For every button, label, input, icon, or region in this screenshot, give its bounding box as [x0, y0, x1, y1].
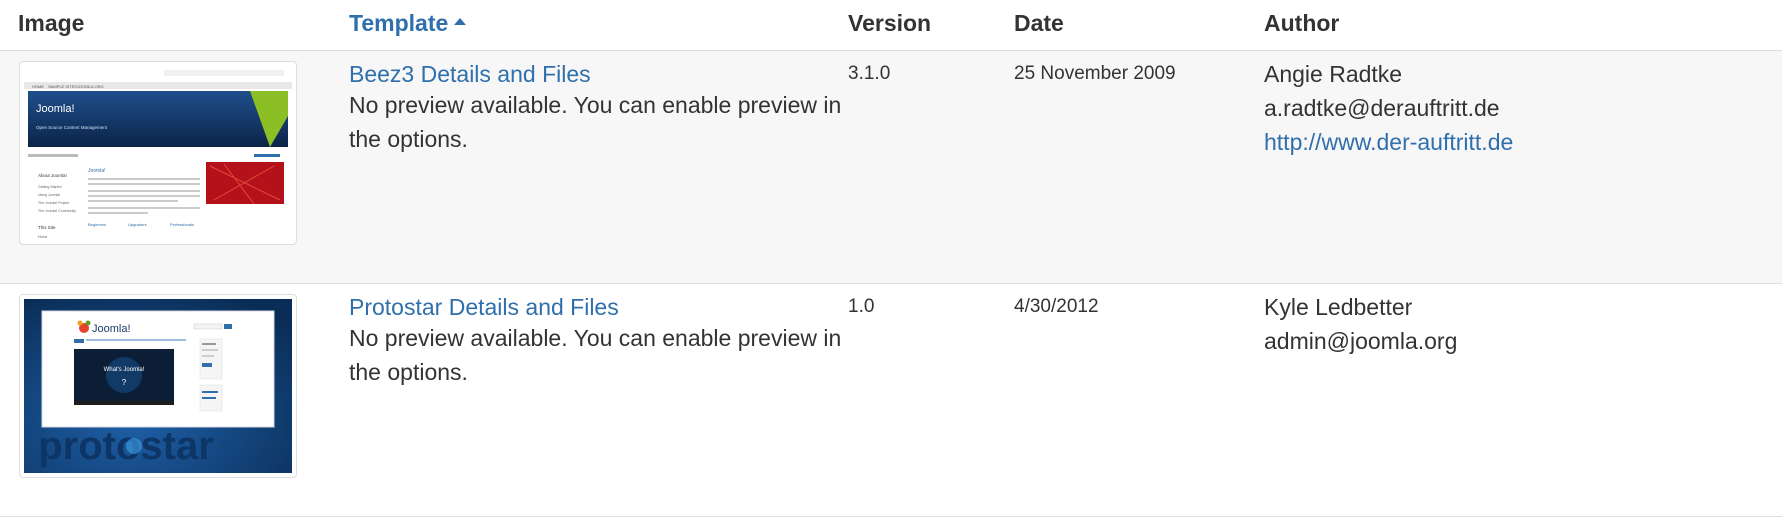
beez3-nav-3: JOOMLA.ORG	[77, 84, 104, 89]
beez3-sidebar-item: Using Joomla!	[38, 193, 60, 197]
beez3-column: Beginners	[88, 222, 106, 227]
table-row: Joomla! What's Joomla! ? Protostar Detai…	[0, 283, 1782, 517]
beez3-thumbnail[interactable]: HOME SAMPLE SITES JOOMLA.ORG Joomla! Ope…	[19, 61, 297, 245]
version-value: 1.0	[848, 296, 875, 317]
sort-template-link[interactable]: Template	[349, 10, 467, 36]
table-header-row: Image Template Version Date Author	[0, 0, 1782, 51]
beez3-sidebar-title: About Joomla!	[38, 173, 67, 178]
header-version: Version	[848, 0, 1014, 51]
image-cell: Joomla! What's Joomla! ?	[0, 283, 349, 517]
template-details-link[interactable]: Protostar Details and Files	[349, 294, 848, 321]
beez3-sidebar-item: The Joomla! Project	[38, 201, 69, 205]
author-email: admin@joomla.org	[1264, 328, 1458, 354]
protostar-brand: Joomla!	[92, 323, 131, 335]
author-email: a.radtke@derauftritt.de	[1264, 95, 1500, 121]
template-cell: Protostar Details and Files No preview a…	[349, 283, 848, 517]
date-cell: 25 November 2009	[1014, 50, 1264, 284]
version-cell: 3.1.0	[848, 50, 1014, 284]
version-value: 3.1.0	[848, 63, 891, 84]
beez3-sidebar-item: The Joomla! Community	[38, 209, 76, 213]
template-cell: Beez3 Details and Files No preview avail…	[349, 50, 848, 284]
header-date: Date	[1014, 0, 1264, 51]
header-image: Image	[0, 0, 349, 51]
author-cell: Angie Radtke a.radtke@derauftritt.de htt…	[1264, 50, 1782, 284]
beez3-nav-1: HOME	[32, 84, 44, 89]
image-cell: HOME SAMPLE SITES JOOMLA.ORG Joomla! Ope…	[0, 50, 349, 284]
beez3-bottom-title: This Site	[38, 225, 56, 230]
date-value: 4/30/2012	[1014, 296, 1099, 317]
beez3-sidebar-item: Getting Started	[38, 185, 62, 189]
header-template[interactable]: Template	[349, 0, 848, 51]
author-cell: Kyle Ledbetter admin@joomla.org	[1264, 283, 1782, 517]
template-details-link[interactable]: Beez3 Details and Files	[349, 61, 848, 88]
beez3-column: Upgraders	[128, 222, 147, 227]
preview-note: No preview available. You can enable pre…	[349, 92, 842, 152]
protostar-thumbnail[interactable]: Joomla! What's Joomla! ?	[19, 294, 297, 478]
preview-note: No preview available. You can enable pre…	[349, 325, 842, 385]
beez3-brand: Joomla!	[36, 103, 75, 115]
date-value: 25 November 2009	[1014, 63, 1176, 84]
author-name: Kyle Ledbetter	[1264, 294, 1413, 320]
version-cell: 1.0	[848, 283, 1014, 517]
beez3-bottom-item: Home	[38, 235, 47, 239]
beez3-nav-2: SAMPLE SITES	[48, 84, 77, 89]
protostar-preview-image: Joomla! What's Joomla! ?	[24, 299, 292, 473]
beez3-main-heading: Joomla!	[88, 168, 106, 174]
date-cell: 4/30/2012	[1014, 283, 1264, 517]
author-name: Angie Radtke	[1264, 61, 1403, 87]
sort-ascending-icon	[454, 18, 467, 26]
author-info: Angie Radtke a.radtke@derauftritt.de htt…	[1264, 57, 1782, 159]
svg-text:?: ?	[122, 378, 127, 387]
author-url-link[interactable]: http://www.der-auftritt.de	[1264, 129, 1513, 155]
protostar-video-caption: What's Joomla!	[104, 367, 145, 373]
header-author: Author	[1264, 0, 1782, 51]
author-info: Kyle Ledbetter admin@joomla.org	[1264, 290, 1782, 358]
beez3-tagline: Open Source Content Management	[36, 125, 108, 130]
table-row: HOME SAMPLE SITES JOOMLA.ORG Joomla! Ope…	[0, 50, 1782, 284]
beez3-preview-image: HOME SAMPLE SITES JOOMLA.ORG Joomla! Ope…	[24, 66, 292, 240]
templates-table: Image Template Version Date Author HOME …	[0, 0, 1782, 517]
beez3-column: Professionals	[170, 222, 194, 227]
